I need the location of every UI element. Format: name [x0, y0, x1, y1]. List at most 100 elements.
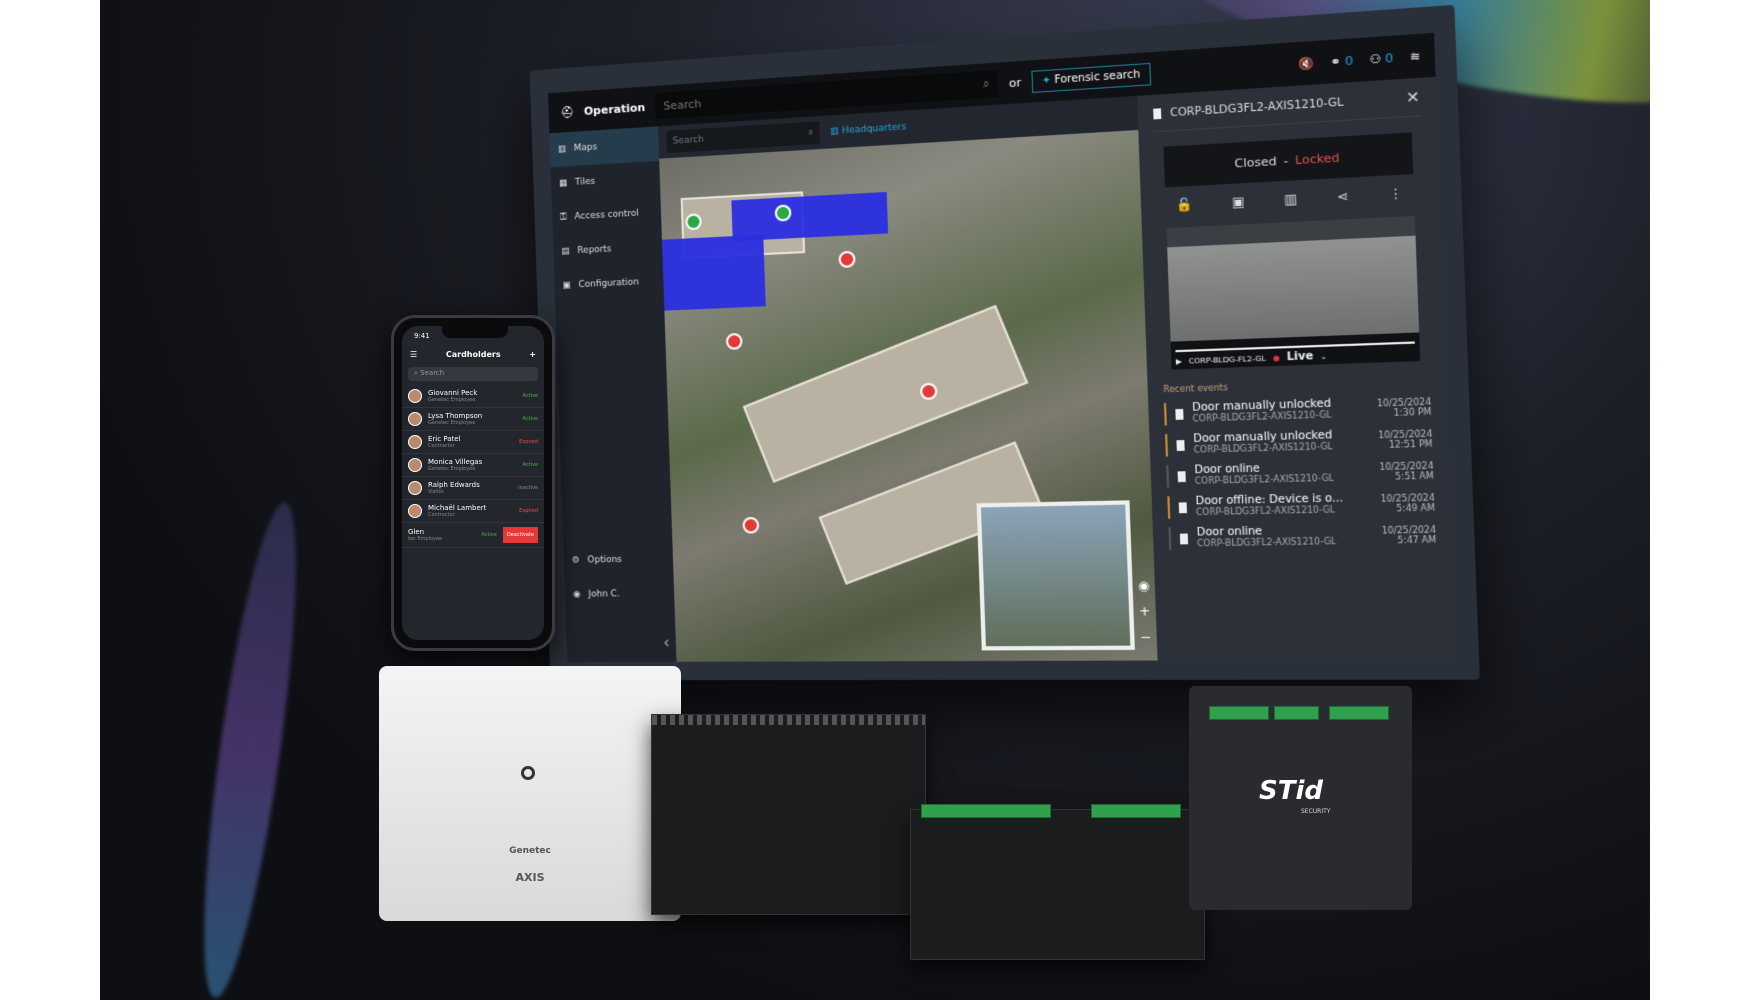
- door-pin[interactable]: [742, 516, 760, 534]
- cardholder-row[interactable]: Lysa Thompson Genetec Employee Active: [402, 408, 544, 431]
- close-icon[interactable]: ✕: [1406, 89, 1421, 107]
- event-date: 10/25/2024: [1379, 460, 1434, 472]
- event-item[interactable]: Door online CORP-BLDG3FL2-AXIS1210-GL 10/2…: [1168, 522, 1437, 550]
- axis-logo: AXIS: [515, 871, 545, 884]
- status-badge: Active: [522, 462, 538, 468]
- avatar: [408, 412, 422, 426]
- operation-icon: ⛑: [560, 105, 575, 120]
- event-time: 1:30 PM: [1393, 406, 1432, 418]
- event-item[interactable]: Door manually unlocked CORP-BLDG3FL2-AXIS…: [1165, 426, 1434, 457]
- cardholder-name: Lysa Thompson: [428, 412, 483, 420]
- mobile-app: 9:41 ☰ Cardholders + ⌕ Search Giovanni Pec…: [402, 326, 544, 640]
- gear-icon: ⚙: [571, 555, 580, 566]
- map-breadcrumb[interactable]: ▥ Headquarters: [830, 122, 907, 137]
- cardholder-row[interactable]: Monica Villegas Genetec Employee Active: [402, 454, 544, 477]
- building-map[interactable]: ◉ + −: [659, 129, 1158, 662]
- unlock-icon[interactable]: 🔓: [1176, 197, 1193, 213]
- map-inset-thumbnail[interactable]: [976, 500, 1135, 651]
- or-label: or: [1008, 75, 1022, 90]
- cardholder-role: Genetec Employee: [428, 420, 476, 426]
- search-icon[interactable]: ⌕: [808, 128, 814, 139]
- search-placeholder: Search: [663, 96, 702, 113]
- forensic-search-button[interactable]: ✦ Forensic search: [1031, 62, 1151, 93]
- event-date: 10/25/2024: [1381, 524, 1437, 536]
- zoom-in-icon[interactable]: +: [1135, 598, 1154, 624]
- cardholder-name: Giovanni Peck: [428, 389, 478, 397]
- cardholder-name: Monica Villegas: [428, 458, 483, 466]
- status-badge: Active: [481, 532, 497, 538]
- cardholder-row[interactable]: Glen tec Employee Active Deactivate: [402, 523, 544, 548]
- cardholder-role: Genetec Employee: [428, 466, 476, 472]
- avatar: [408, 435, 422, 449]
- status-badge: Expired: [519, 508, 538, 514]
- status-badge: Active: [522, 393, 538, 399]
- event-item[interactable]: Door manually unlocked CORP-BLDG3FL2-AXIS…: [1163, 394, 1432, 426]
- event-date: 10/25/2024: [1380, 492, 1436, 504]
- door-state-locked: Locked: [1294, 150, 1340, 167]
- layers-icon[interactable]: ≋: [1409, 49, 1420, 64]
- sidebar-label: Tiles: [574, 176, 596, 188]
- cardholder-name: Eric Patel: [428, 435, 461, 443]
- controller-board: [651, 714, 926, 915]
- highlighted-zone[interactable]: [731, 191, 889, 242]
- cardholder-row[interactable]: Ralph Edwards Visitor Inactive: [402, 477, 544, 500]
- map-search-placeholder: Search: [672, 134, 704, 147]
- event-date: 10/25/2024: [1377, 428, 1433, 440]
- sidebar-item-user[interactable]: ◉ John C.: [565, 576, 675, 611]
- menu-icon[interactable]: ☰: [410, 350, 417, 359]
- phone-search-input[interactable]: ⌕ Search: [408, 367, 538, 381]
- camera-video[interactable]: ▶ CORP-BLDG-FL2-GL ● Live ⌄: [1166, 215, 1421, 370]
- sidebar-item-access-control[interactable]: ⚿ Access control: [552, 195, 662, 235]
- phone: 9:41 ☰ Cardholders + ⌕ Search Giovanni Pec…: [391, 315, 555, 651]
- event-time: 5:49 AM: [1396, 502, 1436, 514]
- alarm-counter[interactable]: ⚇ 0: [1369, 50, 1393, 66]
- door-state: Closed - Locked: [1163, 132, 1414, 188]
- more-icon[interactable]: ⋮: [1389, 186, 1404, 202]
- event-time: 12:51 PM: [1388, 438, 1433, 450]
- event-device: CORP-BLDG3FL2-AXIS1210-GL: [1194, 473, 1334, 487]
- door-pin[interactable]: [838, 250, 856, 269]
- event-time: 5:47 AM: [1397, 534, 1437, 545]
- cardholder-row[interactable]: Giovanni Peck Genetec Employee Active: [402, 385, 544, 408]
- highlighted-zone[interactable]: [661, 234, 766, 311]
- map-search-input[interactable]: Search ⌕: [666, 121, 820, 154]
- io-board: [910, 804, 1205, 960]
- zoom-out-icon[interactable]: −: [1136, 624, 1155, 650]
- event-device: CORP-BLDG3FL2-AXIS1210-GL: [1195, 504, 1336, 518]
- eye-icon[interactable]: ◉: [1134, 573, 1153, 599]
- door-icon: [1179, 532, 1189, 544]
- live-selector[interactable]: Live: [1286, 351, 1313, 364]
- sidebar-item-reports[interactable]: ▤ Reports: [553, 230, 663, 270]
- stid-subtitle: SECURITY: [1301, 808, 1331, 815]
- map-controls: ◉ + −: [1134, 573, 1155, 650]
- card-reader-icon[interactable]: ▥: [1284, 191, 1298, 207]
- sidebar-label: Access control: [574, 208, 639, 223]
- access-icon: ⚿: [559, 212, 567, 223]
- collapse-chevron-icon[interactable]: ‹: [663, 632, 670, 651]
- camera-icon: ▶: [1175, 356, 1183, 366]
- event-item[interactable]: Door offline: Device is o... CORP-BLDG3FL…: [1167, 490, 1436, 519]
- binoculars-counter[interactable]: ⚭ 0: [1330, 53, 1353, 69]
- sidebar-item-options[interactable]: ⚙ Options: [563, 542, 673, 578]
- monitor: ⛑ Operation Search ⌕ or ✦ Forensic search…: [529, 4, 1480, 681]
- share-icon[interactable]: ⋖: [1337, 188, 1349, 204]
- door-pin[interactable]: [725, 332, 743, 350]
- phone-title: Cardholders: [445, 350, 501, 359]
- calendar-icon[interactable]: ▣: [1231, 194, 1244, 210]
- sidebar-item-configuration[interactable]: ▣ Configuration: [554, 264, 664, 303]
- sidebar-label: Configuration: [578, 277, 640, 291]
- binoculars-count: 0: [1344, 53, 1354, 68]
- camera-name: CORP-BLDG-FL2-GL: [1188, 353, 1267, 366]
- search-icon[interactable]: ⌕: [983, 77, 990, 92]
- forensic-label: Forensic search: [1054, 68, 1141, 86]
- cardholder-row[interactable]: Michaël Lambert Contractor Expired: [402, 500, 544, 523]
- sidebar-label: Reports: [577, 244, 612, 257]
- mute-icon[interactable]: 🔇: [1298, 56, 1314, 71]
- panel-title: CORP-BLDG3FL2-AXIS1210-GL: [1169, 96, 1344, 119]
- cardholder-row[interactable]: Eric Patel Contractor Expired: [402, 431, 544, 454]
- add-icon[interactable]: +: [529, 350, 536, 359]
- event-item[interactable]: Door online CORP-BLDG3FL2-AXIS1210-GL 10/2…: [1166, 458, 1435, 488]
- deactivate-button[interactable]: Deactivate: [502, 527, 538, 543]
- door-icon: [1178, 501, 1187, 513]
- chevron-down-icon[interactable]: ⌄: [1320, 352, 1327, 361]
